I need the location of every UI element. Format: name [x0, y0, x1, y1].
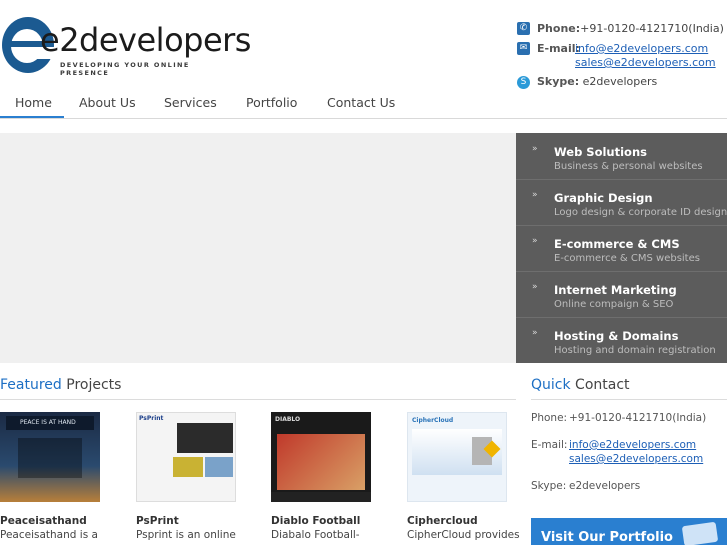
- services-panel: » Web Solutions Business & personal webs…: [516, 133, 727, 363]
- project-thumbnail[interactable]: DIABLO: [271, 412, 371, 502]
- double-chevron-icon: »: [532, 190, 538, 200]
- service-web-solutions[interactable]: » Web Solutions Business & personal webs…: [516, 133, 727, 180]
- header-email-sales-link[interactable]: sales@e2developers.com: [575, 56, 716, 69]
- logo-tagline: DEVELOPING YOUR ONLINE PRESENCE: [60, 61, 190, 77]
- nav-services[interactable]: Services: [164, 95, 217, 110]
- project-thumbnail[interactable]: PsPrint: [136, 412, 236, 502]
- main-nav: Home About Us Services Portfolio Contact…: [0, 90, 727, 119]
- nav-about-us[interactable]: About Us: [79, 95, 136, 110]
- double-chevron-icon: »: [532, 144, 538, 154]
- quick-contact-heading: Quick Contact: [531, 377, 630, 393]
- quick-contact-skype: e2developers: [569, 480, 641, 492]
- header-email-info-link[interactable]: info@e2developers.com: [575, 42, 708, 55]
- quick-contact-email-label: E-mail:: [531, 439, 568, 451]
- email-icon: ✉: [517, 42, 530, 55]
- nav-portfolio[interactable]: Portfolio: [246, 95, 297, 110]
- project-card[interactable]: DIABLO Diablo Football Diabalo Football-: [271, 412, 381, 541]
- portfolio-graphic: [681, 521, 719, 545]
- service-graphic-design[interactable]: » Graphic Design Logo design & corporate…: [516, 179, 727, 226]
- site-logo[interactable]: e2developers DEVELOPING YOUR ONLINE PRES…: [0, 17, 251, 77]
- hero-slider[interactable]: [0, 133, 516, 363]
- project-card[interactable]: CipherCloud Ciphercloud CipherCloud prov…: [407, 412, 520, 541]
- project-card[interactable]: PsPrint PsPrint Psprint is an online: [136, 412, 246, 541]
- project-thumbnail[interactable]: PEACE IS AT HAND: [0, 412, 100, 502]
- nav-contact-us[interactable]: Contact Us: [327, 95, 395, 110]
- phone-icon: ✆: [517, 22, 530, 35]
- service-internet-marketing[interactable]: » Internet Marketing Online compaign & S…: [516, 271, 727, 318]
- header-phone: Phone:+91-0120-4121710(India): [537, 22, 724, 35]
- skype-icon: S: [517, 76, 530, 89]
- nav-active-indicator: [0, 116, 64, 118]
- quick-contact-skype-label: Skype:: [531, 480, 567, 492]
- header-skype: Skype: e2developers: [537, 75, 658, 88]
- logo-wordmark: e2developers: [40, 21, 251, 59]
- quick-contact-phone: +91-0120-4121710(India): [569, 412, 707, 424]
- project-thumbnail[interactable]: CipherCloud: [407, 412, 507, 502]
- service-ecommerce-cms[interactable]: » E-commerce & CMS E-commerce & CMS webs…: [516, 225, 727, 272]
- nav-home[interactable]: Home: [15, 95, 52, 110]
- quick-contact-email-info-link[interactable]: info@e2developers.com: [569, 439, 696, 451]
- service-hosting-domains[interactable]: » Hosting & Domains Hosting and domain r…: [516, 317, 727, 363]
- project-card[interactable]: PEACE IS AT HAND Peaceisathand Peaceisat…: [0, 412, 110, 541]
- quick-contact-email-sales-link[interactable]: sales@e2developers.com: [569, 453, 703, 465]
- quick-contact-phone-label: Phone:: [531, 412, 568, 424]
- featured-projects-heading: Featured Projects: [0, 377, 122, 393]
- visit-portfolio-button[interactable]: Visit Our Portfolio: [531, 518, 727, 545]
- header-email-label: E-mail:: [537, 42, 580, 55]
- double-chevron-icon: »: [532, 236, 538, 246]
- double-chevron-icon: »: [532, 328, 538, 338]
- double-chevron-icon: »: [532, 282, 538, 292]
